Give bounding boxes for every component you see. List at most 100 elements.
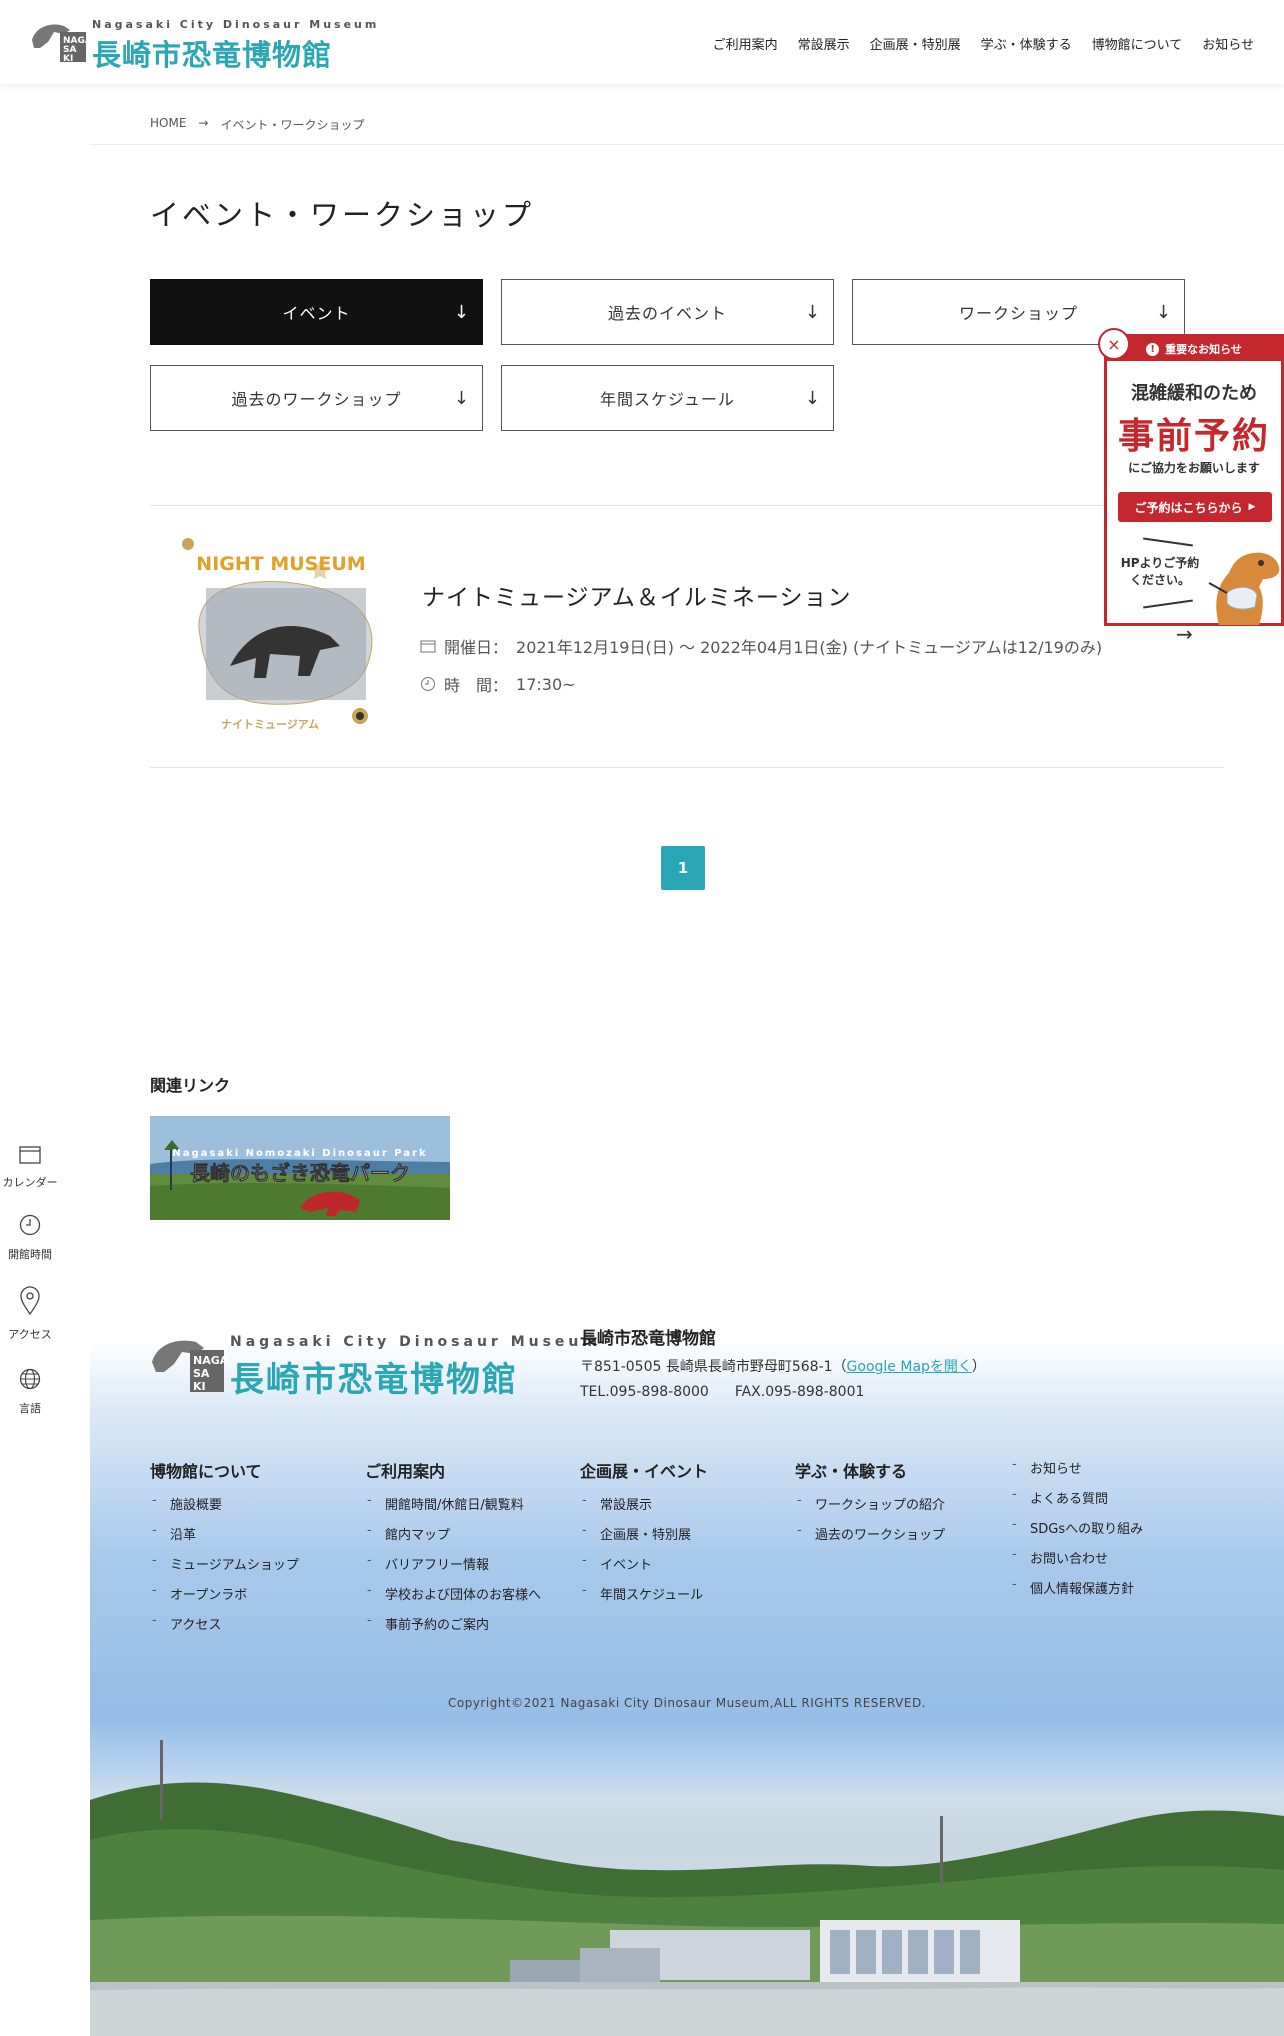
- footer-col-guide: ご利用案内 開館時間/休館日/観覧料 館内マップ バリアフリー情報 学校および団…: [365, 1458, 575, 1644]
- footer-link[interactable]: バリアフリー情報: [365, 1553, 575, 1584]
- main-nav: ご利用案内 常設展示 企画展・特別展 学ぶ・体験する 博物館について お知らせ: [713, 34, 1254, 53]
- arrow-down-icon: ↓: [804, 388, 821, 409]
- footer-link[interactable]: 館内マップ: [365, 1523, 575, 1554]
- notice-header: ! 重要なお知らせ: [1107, 337, 1281, 361]
- notice-close-button[interactable]: ×: [1098, 328, 1130, 360]
- arrow-down-icon: ↓: [1155, 302, 1172, 323]
- nav-item-special[interactable]: 企画展・特別展: [870, 34, 961, 53]
- tab-events[interactable]: イベント ↓: [150, 279, 483, 345]
- dinosaur-logo-icon: NAGA SA KI: [32, 24, 88, 64]
- sidebar-item-calendar[interactable]: カレンダー: [0, 1144, 60, 1190]
- nav-item-news[interactable]: お知らせ: [1202, 34, 1254, 53]
- footer-link[interactable]: ワークショップの紹介: [795, 1493, 1005, 1524]
- footer-logo[interactable]: NAGA SA KI Nagasaki City Dinosaur Museum…: [150, 1330, 597, 1400]
- tab-label: 年間スケジュール: [600, 390, 735, 409]
- footer-link[interactable]: 事前予約のご案内: [365, 1613, 575, 1644]
- sidebar-item-label: 言語: [19, 1402, 41, 1415]
- footer-link[interactable]: 施設概要: [150, 1493, 360, 1524]
- notice-line-3: にご協力をお願いします: [1128, 461, 1260, 475]
- footer-link[interactable]: イベント: [580, 1553, 790, 1584]
- footer-link[interactable]: お問い合わせ: [1010, 1547, 1220, 1578]
- tab-past-workshops[interactable]: 過去のワークショップ ↓: [150, 365, 483, 431]
- footer-col-learn: 学ぶ・体験する ワークショップの紹介 過去のワークショップ: [795, 1458, 1005, 1554]
- calendar-icon: [19, 1146, 41, 1164]
- arrow-down-icon: ↓: [804, 302, 821, 323]
- museum-landscape-image: [90, 1720, 1284, 2036]
- sidebar-item-access[interactable]: アクセス: [0, 1286, 60, 1342]
- sidebar-item-hours[interactable]: 開館時間: [0, 1214, 60, 1262]
- svg-text:NAGA: NAGA: [193, 1354, 226, 1367]
- breadcrumb: HOME → イベント・ワークショップ: [150, 116, 364, 133]
- notice-header-text: 重要なお知らせ: [1165, 343, 1242, 356]
- sidebar-item-language[interactable]: 言語: [0, 1368, 60, 1416]
- tab-label: ワークショップ: [958, 304, 1078, 323]
- thumbnail-title: NIGHT MUSEUM: [196, 553, 365, 575]
- footer-address: 〒851-0505 長崎県長崎市野母町568-1（Google Mapを開く）: [580, 1356, 986, 1376]
- nav-item-guide[interactable]: ご利用案内: [713, 34, 778, 53]
- thumbnail-subtitle: ナイトミュージアム: [221, 718, 319, 731]
- breadcrumb-current: イベント・ワークショップ: [220, 118, 365, 132]
- nomozaki-park-banner[interactable]: Nagasaki Nomozaki Dinosaur Park 長崎のもざき恐竜…: [150, 1116, 450, 1220]
- banner-english-text: Nagasaki Nomozaki Dinosaur Park: [172, 1148, 427, 1159]
- event-date-value: 2021年12月19日(日) 〜 2022年04月1日(金) (ナイトミュージア…: [516, 638, 1103, 657]
- footer-link[interactable]: SDGsへの取り組み: [1010, 1517, 1220, 1548]
- page-title: イベント・ワークショップ: [150, 198, 535, 232]
- footer-col-misc: お知らせ よくある質問 SDGsへの取り組み お問い合わせ 個人情報保護方針: [1010, 1457, 1220, 1608]
- event-time-value: 17:30~: [516, 674, 576, 694]
- arrow-down-icon: ↓: [453, 302, 470, 323]
- footer-link[interactable]: 年間スケジュール: [580, 1583, 790, 1614]
- footer-link[interactable]: お知らせ: [1010, 1457, 1220, 1488]
- svg-text:KI: KI: [193, 1380, 206, 1393]
- tab-label: 過去のワークショップ: [231, 390, 402, 409]
- list-top-divider: [150, 505, 1224, 506]
- tab-annual-schedule[interactable]: 年間スケジュール ↓: [501, 365, 834, 431]
- footer-col-title: 企画展・イベント: [580, 1462, 709, 1481]
- nav-item-permanent[interactable]: 常設展示: [798, 34, 850, 53]
- footer-link[interactable]: ミュージアムショップ: [150, 1553, 360, 1584]
- event-title-link[interactable]: ナイトミュージアム＆イルミネーション: [422, 578, 851, 612]
- footer-col-title: ご利用案内: [365, 1462, 446, 1481]
- footer-link[interactable]: 学校および団体のお客様へ: [365, 1583, 575, 1614]
- nav-item-learn[interactable]: 学ぶ・体験する: [981, 34, 1072, 53]
- google-map-link[interactable]: Google Mapを開く: [847, 1359, 972, 1375]
- footer-link[interactable]: 常設展示: [580, 1493, 790, 1524]
- notice-deco-line: [1143, 537, 1193, 547]
- address-suffix: ）: [971, 1359, 986, 1375]
- footer-col-about: 博物館について 施設概要 沿革 ミュージアムショップ オープンラボ アクセス: [150, 1458, 360, 1644]
- event-time-row: 時 間： 17:30~: [420, 672, 576, 696]
- event-date-row: 開催日： 2021年12月19日(日) 〜 2022年04月1日(金) (ナイト…: [420, 634, 1102, 658]
- breadcrumb-divider: [90, 144, 1284, 145]
- dinosaur-logo-icon: NAGA SA KI: [152, 1340, 226, 1393]
- logo-english-text: Nagasaki City Dinosaur Museum: [92, 18, 380, 31]
- footer-link[interactable]: オープンラボ: [150, 1583, 360, 1614]
- banner-japanese-text: 長崎のもざき恐竜パーク: [190, 1161, 410, 1185]
- breadcrumb-home[interactable]: HOME: [150, 116, 186, 133]
- related-links-heading: 関連リンク: [150, 1076, 231, 1095]
- nav-item-about[interactable]: 博物館について: [1092, 34, 1183, 53]
- clock-icon: [420, 676, 436, 692]
- footer-tel: TEL.095-898-8000: [580, 1384, 709, 1400]
- footer-link[interactable]: よくある質問: [1010, 1487, 1220, 1518]
- site-logo[interactable]: NAGA SA KI Nagasaki City Dinosaur Museum…: [30, 16, 376, 72]
- calendar-icon: [420, 640, 436, 653]
- pagination-page-1[interactable]: 1: [661, 846, 705, 890]
- event-thumbnail[interactable]: NIGHT MUSEUM ナイトミュージアム: [170, 526, 392, 744]
- footer-link[interactable]: 開館時間/休館日/観覧料: [365, 1493, 575, 1524]
- footer-link[interactable]: 個人情報保護方針: [1010, 1577, 1220, 1608]
- event-time-label: 時 間：: [444, 676, 509, 695]
- arrow-down-icon: ↓: [453, 388, 470, 409]
- tab-label: イベント: [282, 304, 351, 323]
- reservation-notice-popup[interactable]: ! 重要なお知らせ 混雑緩和のため 事前予約 にご協力をお願いします ご予約はこ…: [1104, 334, 1284, 626]
- site-footer: NAGA SA KI Nagasaki City Dinosaur Museum…: [90, 1300, 1284, 2036]
- globe-icon: [19, 1368, 41, 1390]
- svg-text:SA: SA: [193, 1367, 210, 1380]
- footer-link[interactable]: 沿革: [150, 1523, 360, 1554]
- caret-right-icon: ▶: [1248, 502, 1256, 512]
- footer-link[interactable]: アクセス: [150, 1613, 360, 1644]
- svg-text:KI: KI: [63, 54, 73, 64]
- footer-link[interactable]: 過去のワークショップ: [795, 1523, 1005, 1554]
- reservation-button[interactable]: ご予約はこちらから ▶: [1118, 492, 1272, 522]
- site-header: NAGA SA KI Nagasaki City Dinosaur Museum…: [0, 0, 1284, 84]
- footer-link[interactable]: 企画展・特別展: [580, 1523, 790, 1554]
- tab-past-events[interactable]: 過去のイベント ↓: [501, 279, 834, 345]
